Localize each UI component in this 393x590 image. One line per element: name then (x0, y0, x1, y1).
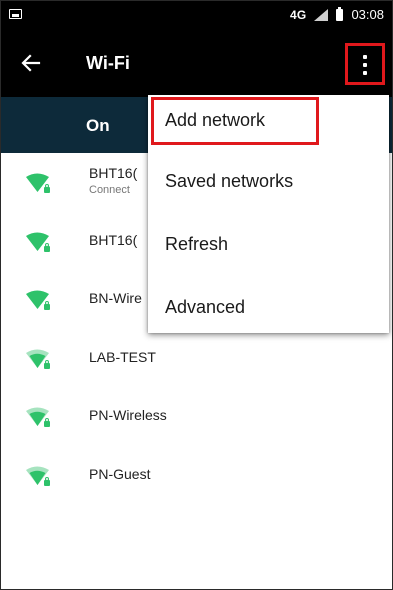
menu-item-add-network[interactable]: Add network (148, 95, 389, 155)
network-status: Connect (89, 184, 130, 196)
wifi-signal-lock-icon (26, 466, 50, 486)
network-ssid: LAB-TEST (89, 348, 156, 365)
network-type: 4G (290, 7, 307, 22)
app-bar: Wi-Fi (1, 29, 392, 97)
network-ssid: BN-Wire (89, 290, 142, 306)
battery-icon (336, 6, 344, 21)
highlight-box (151, 97, 319, 145)
overflow-menu: Add network Saved networks Refresh Advan… (148, 95, 389, 333)
wifi-signal-lock-icon (26, 173, 50, 193)
menu-item-label: Advanced (165, 297, 246, 317)
status-bar: 4G 03:08 (1, 1, 392, 29)
network-ssid: BHT16( (89, 165, 138, 181)
wifi-signal-lock-icon (26, 407, 50, 427)
clock: 03:08 (351, 7, 384, 22)
more-options-button[interactable] (345, 43, 385, 85)
notification-icon (9, 9, 22, 19)
network-item[interactable]: PN-Guest (1, 446, 392, 505)
network-ssid: PN-Wireless (89, 407, 167, 423)
page-title: Wi-Fi (86, 53, 130, 73)
menu-item-advanced[interactable]: Advanced (148, 282, 389, 342)
network-ssid: BHT16( (89, 231, 138, 248)
back-arrow-icon[interactable] (19, 51, 43, 75)
menu-item-saved-networks[interactable]: Saved networks (148, 156, 389, 216)
screen: 4G 03:08 Wi-Fi On BHT16( Connect BHT16(… (0, 0, 393, 590)
more-vert-icon (363, 55, 367, 59)
menu-item-label: Refresh (165, 234, 229, 254)
network-item[interactable]: PN-Wireless (1, 387, 392, 446)
menu-item-label: Saved networks (165, 171, 294, 191)
wifi-signal-lock-icon (26, 232, 50, 252)
switch-label: On (86, 116, 110, 135)
wifi-signal-lock-icon (26, 290, 50, 310)
menu-item-refresh[interactable]: Refresh (148, 219, 389, 279)
network-ssid: PN-Guest (89, 465, 151, 482)
wifi-signal-lock-icon (26, 349, 50, 369)
signal-icon (314, 8, 329, 21)
